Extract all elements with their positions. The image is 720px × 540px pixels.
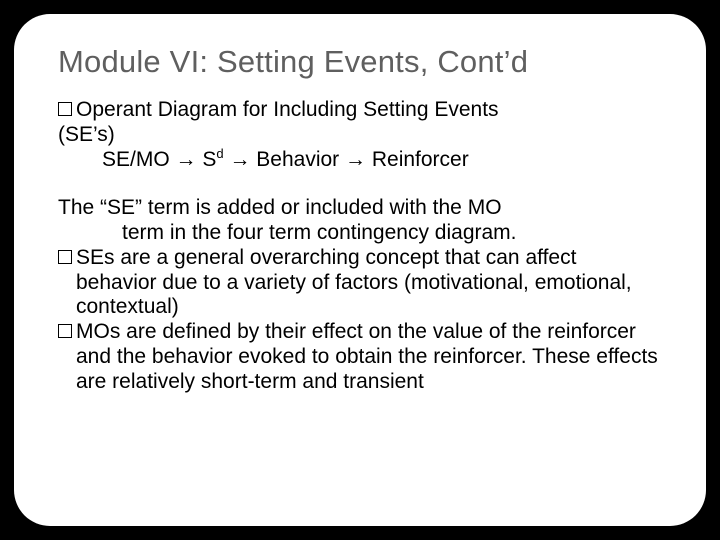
- bullet-1: Operant Diagram for Including Setting Ev…: [58, 98, 662, 123]
- slide-title: Module VI: Setting Events, Cont’d: [58, 44, 662, 80]
- paragraph-1: The “SE” term is added or included with …: [58, 196, 662, 246]
- bullet-1-continuation: (SE’s): [58, 123, 662, 148]
- bullet-3: MOs are defined by their effect on the v…: [58, 320, 662, 394]
- slide-card: Module VI: Setting Events, Cont’d Operan…: [14, 14, 706, 526]
- slide-body: Operant Diagram for Including Setting Ev…: [58, 98, 662, 394]
- paragraph-1-line2: term in the four term contingency diagra…: [58, 221, 662, 246]
- arrow-icon: →: [229, 148, 250, 171]
- chain-se-mo: SE/MO: [102, 148, 176, 171]
- bullet-3-text: MOs are defined by their effect on the v…: [76, 320, 662, 394]
- bullet-2-text: SEs are a general overarching concept th…: [76, 246, 662, 320]
- bullet-2: SEs are a general overarching concept th…: [58, 246, 662, 320]
- chain-sd-sup: d: [216, 146, 223, 161]
- chain-reinforcer: Reinforcer: [366, 148, 469, 171]
- chain-behavior: Behavior: [250, 148, 345, 171]
- square-bullet-icon: [58, 102, 72, 116]
- chain-sd-pre: S: [197, 148, 217, 171]
- paragraph-1-line1: The “SE” term is added or included with …: [58, 196, 662, 221]
- square-bullet-icon: [58, 250, 72, 264]
- operant-chain: SE/MO → Sd → Behavior → Reinforcer: [58, 148, 662, 173]
- arrow-icon: →: [176, 148, 197, 171]
- bullet-1-text: Operant Diagram for Including Setting Ev…: [76, 98, 662, 123]
- arrow-icon: →: [345, 148, 366, 171]
- square-bullet-icon: [58, 324, 72, 338]
